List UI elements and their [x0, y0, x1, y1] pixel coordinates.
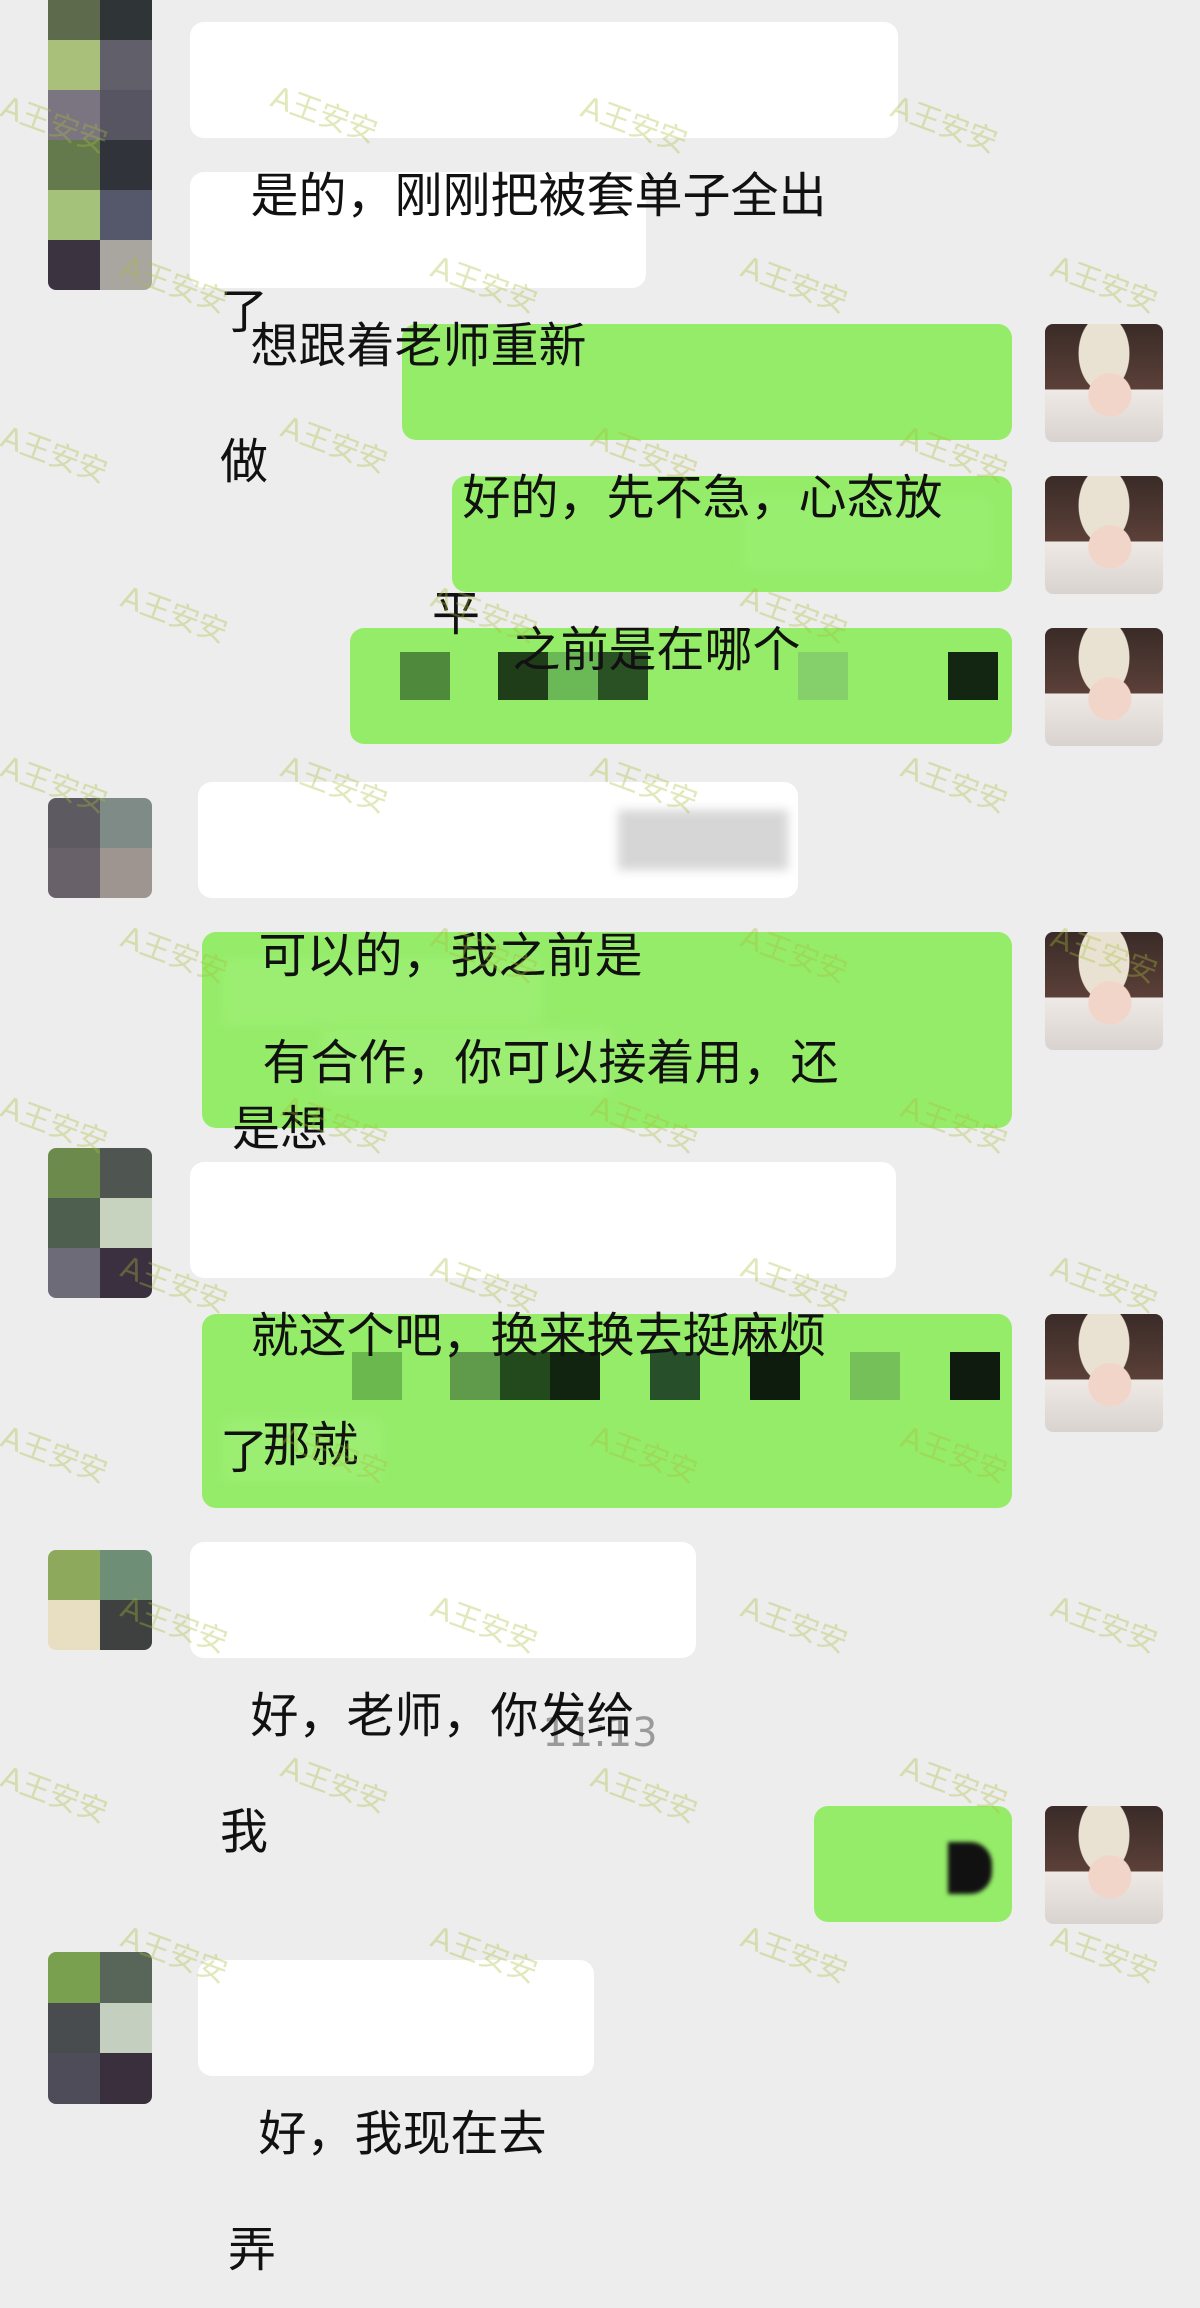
contact-avatar[interactable]: [48, 0, 152, 290]
contact-avatar[interactable]: [48, 1550, 152, 1650]
message-text: 好，我现在去弄: [228, 2106, 547, 2278]
self-avatar[interactable]: [1045, 324, 1163, 442]
redaction-pixel: [950, 1352, 1000, 1400]
message-text: 有合作，你可以接着用，还 是想: [232, 1035, 839, 1157]
redaction-pixel: [948, 1842, 992, 1894]
self-avatar[interactable]: [1045, 476, 1163, 594]
contact-avatar[interactable]: [48, 1148, 152, 1298]
redaction-pixel: [400, 652, 450, 700]
redaction-pixel: [850, 1352, 900, 1400]
watermark: A王安安: [1046, 249, 1162, 321]
self-avatar[interactable]: [1045, 1314, 1163, 1432]
redaction-pixel: [948, 652, 998, 700]
message-text: 可以的，我之前是: [258, 928, 643, 984]
self-avatar-photo: [1045, 628, 1163, 746]
message-bubble-incoming[interactable]: 就这个吧，换来换去挺麻烦了: [190, 1162, 896, 1480]
redaction-blur: [618, 810, 788, 870]
watermark: A王安安: [886, 89, 1002, 161]
self-avatar-photo: [1045, 1314, 1163, 1432]
watermark: A王安安: [736, 249, 852, 321]
message-text: 那就: [262, 1417, 359, 1473]
contact-avatar[interactable]: [48, 798, 152, 898]
watermark: A王安安: [1046, 1589, 1162, 1661]
self-avatar-photo: [1045, 476, 1163, 594]
self-avatar-photo: [1045, 1806, 1163, 1924]
contact-avatar[interactable]: [48, 1952, 152, 2104]
watermark: A王安安: [0, 419, 112, 491]
watermark: A王安安: [116, 579, 232, 651]
watermark: A王安安: [896, 749, 1012, 821]
message-bubble-incoming[interactable]: 是的，刚刚把被套单子全出了: [190, 22, 898, 340]
watermark: A王安安: [0, 1759, 112, 1831]
message-text: 好，老师，你发给我: [220, 1688, 635, 1860]
message-bubble-outgoing-redacted[interactable]: [814, 1806, 1012, 1922]
watermark: A王安安: [736, 1919, 852, 1991]
self-avatar-photo: [1045, 324, 1163, 442]
self-avatar[interactable]: [1045, 1806, 1163, 1924]
redaction-pixel: [798, 652, 848, 700]
message-text: 之前是在哪个: [512, 622, 801, 678]
self-avatar[interactable]: [1045, 628, 1163, 746]
message-bubble-incoming[interactable]: 可以的，我之前是: [198, 782, 798, 984]
message-bubble-incoming[interactable]: 好，我现在去弄: [198, 1960, 594, 2278]
message-bubble-incoming[interactable]: 好，老师，你发给我: [190, 1542, 696, 1860]
watermark: A王安安: [276, 409, 392, 481]
watermark: A王安安: [1046, 1919, 1162, 1991]
watermark: A王安安: [0, 1419, 112, 1491]
watermark: A王安安: [736, 1589, 852, 1661]
watermark: A王安安: [1046, 1249, 1162, 1321]
self-avatar-photo: [1045, 932, 1163, 1050]
self-avatar[interactable]: [1045, 932, 1163, 1050]
